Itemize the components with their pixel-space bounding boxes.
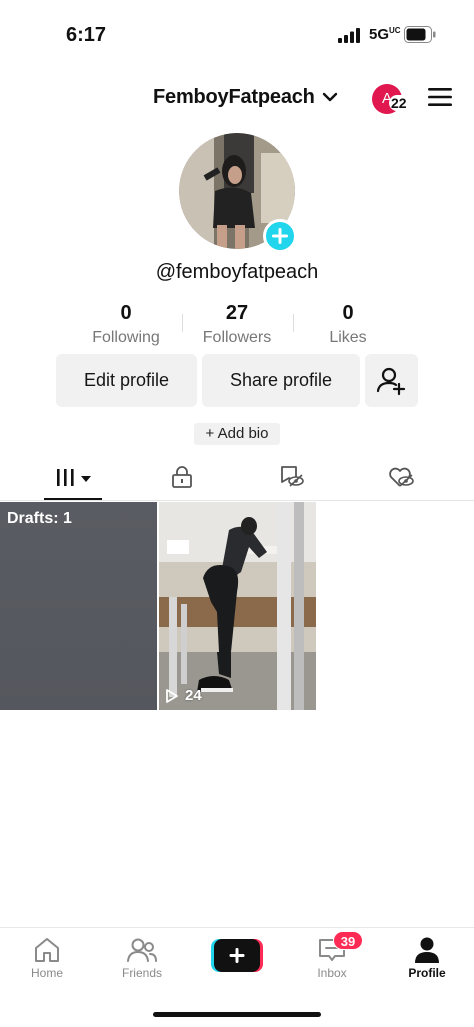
cellular-signal-icon	[338, 28, 360, 43]
stat-label: Likes	[329, 329, 367, 346]
edit-profile-button[interactable]: Edit profile	[56, 354, 197, 407]
profile-icon	[415, 937, 439, 963]
stat-label: Followers	[202, 329, 272, 346]
videos-grid-icon	[57, 469, 91, 486]
video-thumbnail	[159, 502, 316, 710]
active-tab-indicator	[44, 498, 102, 500]
home-indicator[interactable]	[153, 1012, 321, 1017]
nav-label: Friends	[121, 966, 162, 980]
drafts-label: Drafts: 1	[7, 510, 72, 527]
hamburger-menu-icon[interactable]	[428, 87, 452, 107]
video-view-count: 24	[165, 687, 202, 704]
nav-label: Profile	[408, 966, 446, 980]
stat-value: 0	[342, 302, 354, 324]
profile-handle: @femboyfatpeach	[155, 261, 319, 283]
add-user-icon	[376, 367, 406, 396]
hidden-heart-icon	[389, 467, 414, 487]
stat-followers[interactable]: 27 Followers	[182, 302, 292, 347]
stat-label: Following	[92, 329, 160, 346]
stat-value: 27	[225, 302, 249, 324]
lock-icon	[172, 466, 192, 488]
video-tile[interactable]: 24	[159, 502, 316, 710]
play-icon	[166, 688, 178, 703]
nav-home[interactable]: Home	[7, 936, 87, 980]
stat-likes[interactable]: 0 Likes	[293, 302, 403, 347]
profile-stats: 0 Following 27 Followers 0 Likes	[0, 302, 474, 350]
profile-header: FemboyFatpeach A 22	[0, 78, 474, 118]
inbox-badge: 39	[333, 931, 363, 950]
tab-liked[interactable]	[371, 455, 431, 500]
network-type: 5GUC	[369, 26, 401, 43]
nav-label: Inbox	[317, 966, 347, 980]
create-button[interactable]	[211, 939, 263, 972]
stat-following[interactable]: 0 Following	[71, 302, 181, 347]
add-friends-button[interactable]	[365, 354, 418, 407]
battery-icon	[404, 26, 436, 43]
drafts-tile[interactable]: Drafts: 1	[0, 502, 157, 710]
tab-videos[interactable]	[44, 455, 102, 500]
clock: 6:17	[66, 24, 107, 46]
content-tabs	[0, 455, 474, 501]
share-profile-button[interactable]: Share profile	[202, 354, 360, 407]
stat-value: 0	[120, 302, 132, 324]
account-notification-count: 22	[389, 95, 409, 111]
nav-friends[interactable]: Friends	[102, 936, 182, 980]
plus-icon	[272, 228, 288, 244]
tab-favorites[interactable]	[261, 455, 321, 500]
home-icon	[35, 938, 59, 962]
tab-private[interactable]	[152, 455, 212, 500]
hidden-bookmark-icon	[281, 466, 304, 487]
friends-icon	[127, 938, 157, 962]
chevron-down-icon[interactable]	[322, 90, 338, 104]
account-switcher-name[interactable]: FemboyFatpeach	[153, 86, 315, 109]
nav-profile[interactable]: Profile	[387, 936, 467, 980]
nav-label: Home	[30, 966, 63, 980]
add-bio-button[interactable]: + Add bio	[194, 423, 280, 445]
add-avatar-button[interactable]	[263, 219, 297, 253]
status-bar: 6:17 5GUC	[0, 0, 474, 70]
